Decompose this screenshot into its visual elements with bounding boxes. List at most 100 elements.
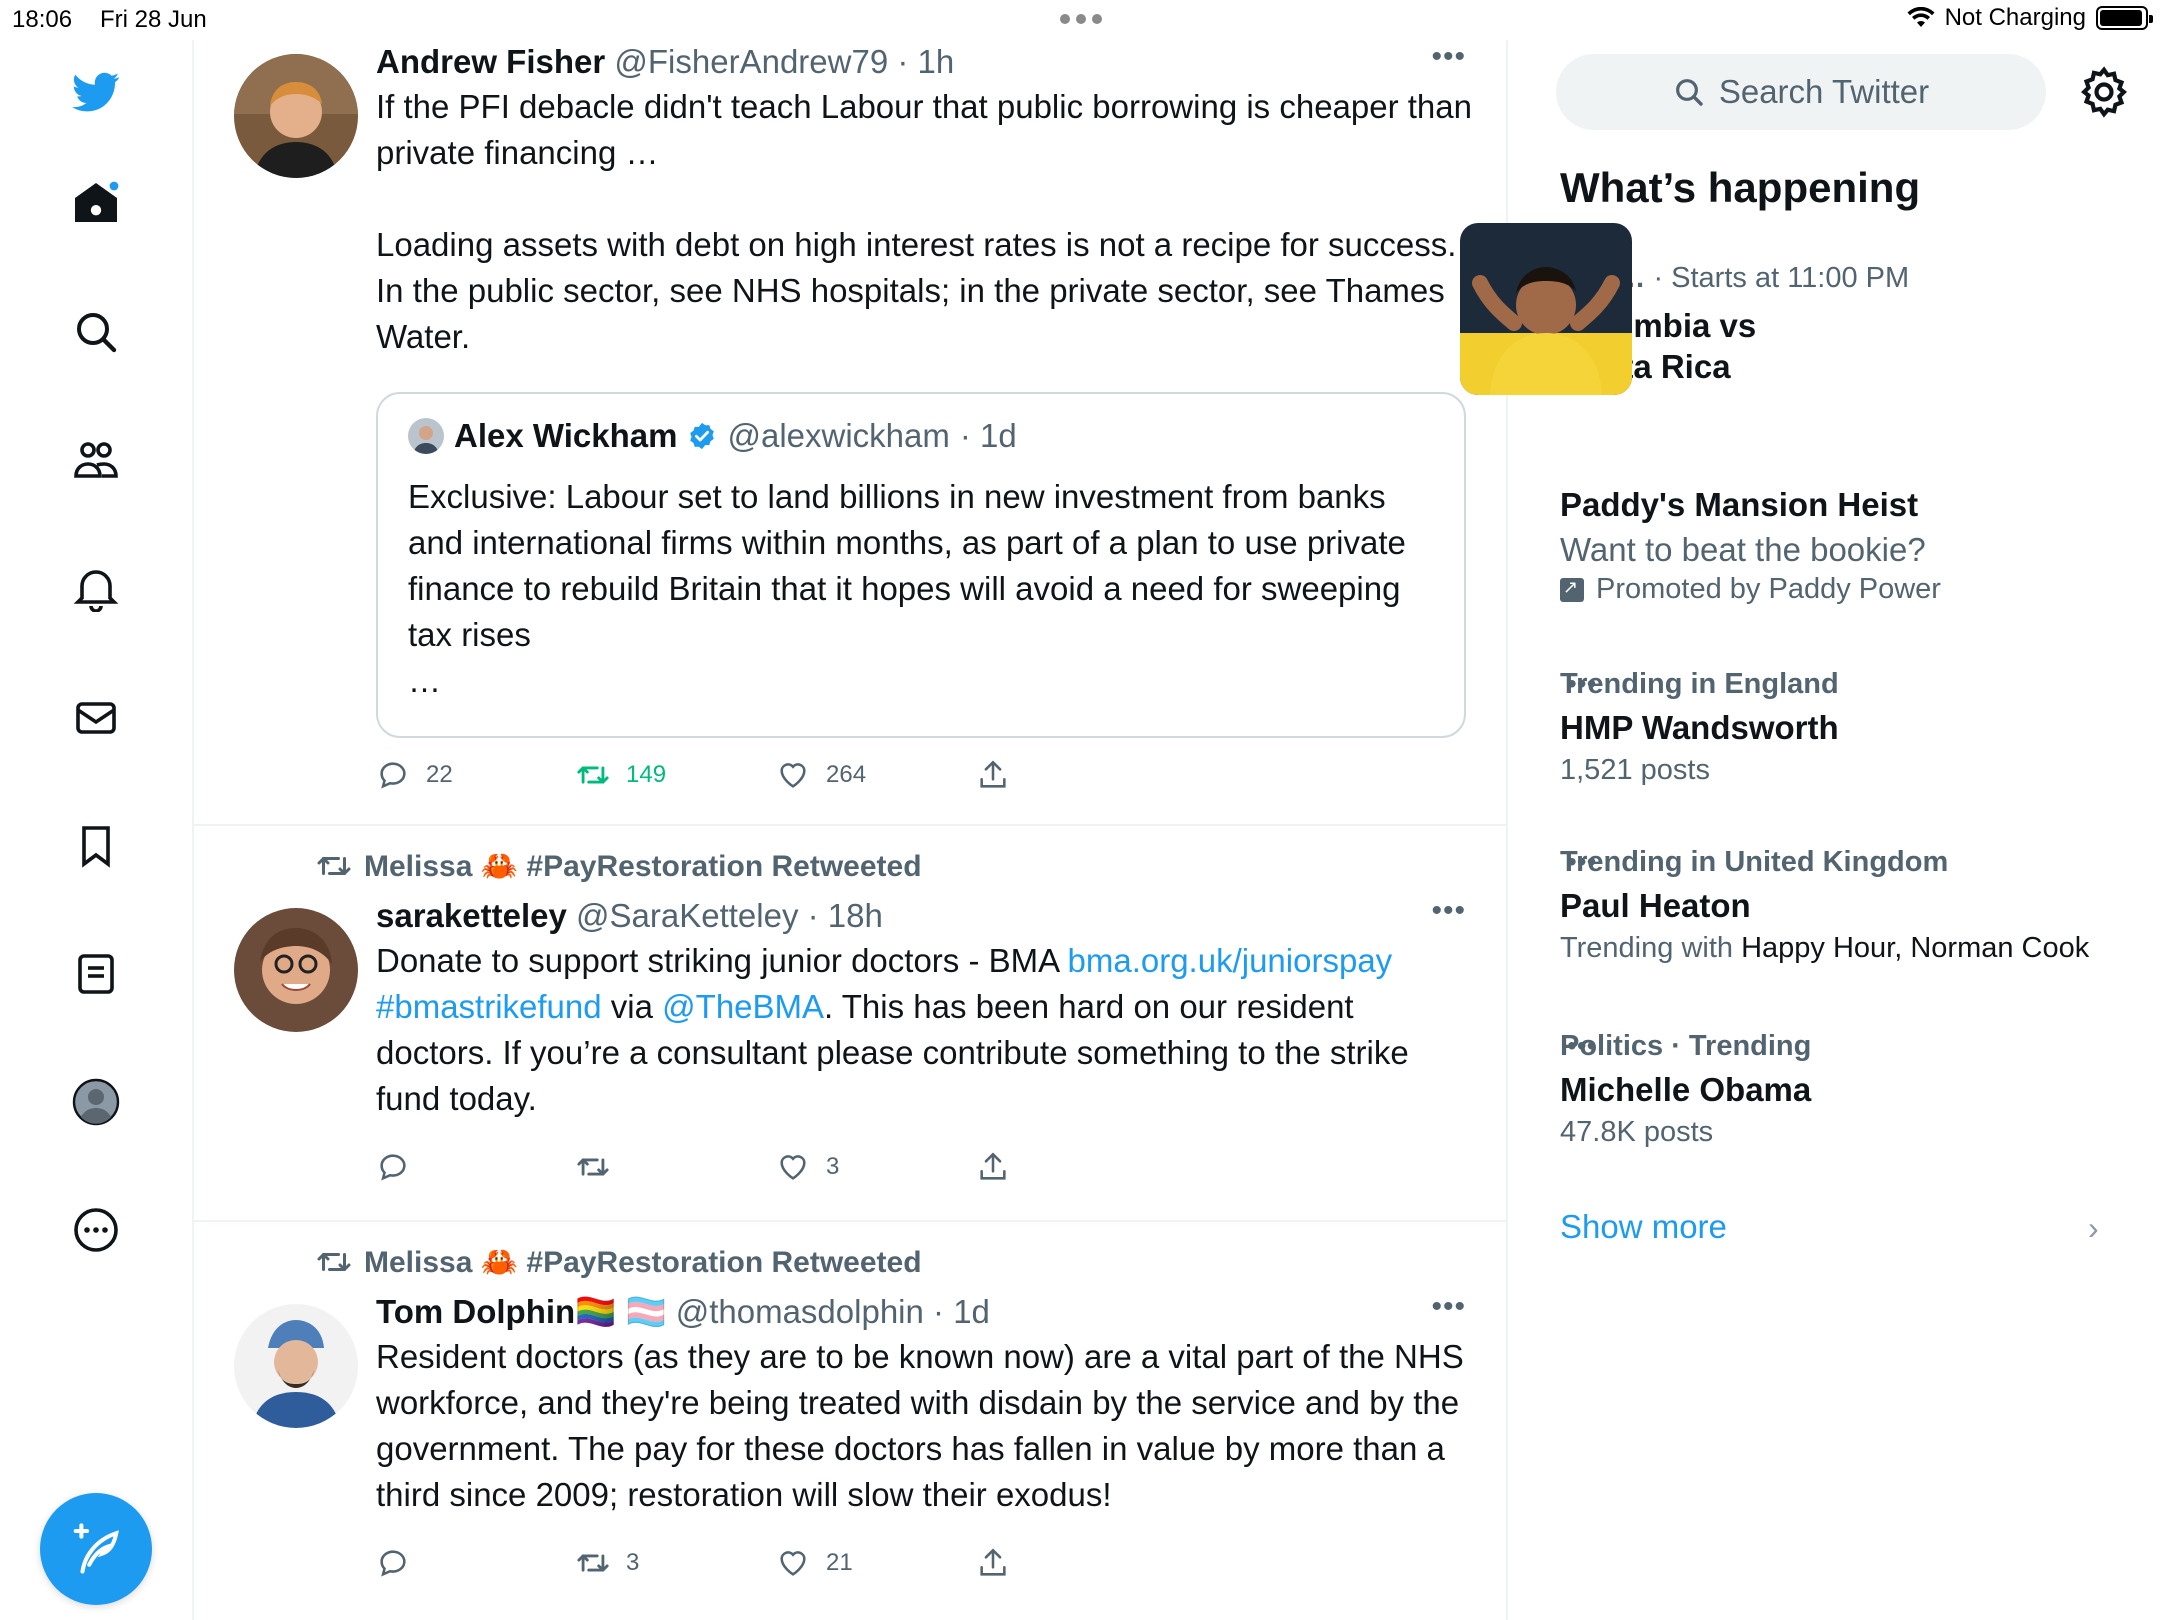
tweet[interactable]: Melissa 🦀 #PayRestoration Retweeted Tom … — [194, 1222, 1506, 1620]
share-button[interactable] — [976, 1546, 1010, 1580]
promoted-trend[interactable]: Paddy's Mansion Heist Want to beat the b… — [1560, 484, 2120, 606]
communities-icon[interactable] — [66, 430, 126, 490]
share-button[interactable] — [976, 758, 1010, 792]
tweet-text: If the PFI debacle didn't teach Labour t… — [376, 88, 1472, 355]
mention-link[interactable]: @TheBMA — [662, 988, 824, 1025]
bookmarks-icon[interactable] — [66, 816, 126, 876]
heart-icon — [780, 763, 806, 788]
chevron-right-icon[interactable]: › — [2088, 1210, 2099, 1247]
multitasking-dots-icon[interactable] — [1060, 6, 1102, 24]
like-button[interactable]: 21 — [776, 1546, 853, 1580]
reply-icon — [380, 762, 406, 789]
trend-item[interactable]: Trending in United Kingdom Paul Heaton T… — [1560, 846, 2120, 965]
author-name[interactable]: saraketteley — [376, 897, 567, 934]
notifications-icon[interactable] — [66, 558, 126, 618]
promo-subtitle: Want to beat the bookie? — [1560, 531, 1926, 568]
trend-item[interactable]: Politics · Trending Michelle Obama 47.8K… — [1560, 1030, 2120, 1149]
more-icon[interactable] — [66, 1200, 126, 1260]
like-button[interactable]: 3 — [776, 1150, 839, 1184]
retweet-icon — [577, 1554, 609, 1572]
trend-context: Cop… · Starts at 11:00 PM — [1560, 262, 2120, 295]
retweet-button[interactable]: 149 — [576, 758, 666, 792]
promoted-by: Promoted by Paddy Power — [1596, 573, 1941, 605]
more-options-icon[interactable]: ••• — [1431, 40, 1466, 74]
trend-item[interactable]: Trending in England HMP Wandsworth 1,521… — [1560, 668, 2120, 787]
quote-header: Alex Wickham @alexwickham · 1d — [408, 414, 1017, 458]
promoted-icon — [1560, 577, 1584, 602]
tweet-content: Tom Dolphin🏳️‍🌈 🏳️‍⚧️ @thomasdolphin · 1… — [376, 1290, 1476, 1518]
reply-count: 22 — [426, 761, 453, 788]
wifi-icon — [1907, 7, 1935, 27]
profile-icon[interactable] — [66, 1072, 126, 1132]
trend-name: Paul Heaton — [1560, 887, 1751, 924]
author-name[interactable]: Andrew Fisher — [376, 43, 605, 80]
share-icon — [980, 1548, 1006, 1576]
reply-button[interactable] — [376, 1546, 426, 1580]
author-handle[interactable]: @thomasdolphin — [676, 1293, 924, 1330]
retweeted-by[interactable]: Melissa 🦀 #PayRestoration Retweeted — [316, 848, 922, 884]
avatar[interactable] — [234, 54, 358, 178]
status-time: 18:06 — [12, 6, 73, 33]
tweet-time[interactable]: · 18h — [808, 897, 883, 934]
like-count: 21 — [826, 1549, 853, 1576]
trend-item[interactable]: Cop… · Starts at 11:00 PM Colombia vs Co… — [1560, 262, 2120, 387]
reply-icon — [380, 1550, 406, 1577]
trend-more-icon[interactable]: ••• — [1567, 668, 1627, 700]
trend-name: Paddy's Mansion Heist — [1560, 486, 1919, 523]
tweet-time[interactable]: · 1h — [897, 43, 954, 80]
quote-author-handle: @alexwickham — [727, 417, 950, 454]
retweet-icon — [577, 1158, 609, 1176]
trending-with-names: Happy Hour, Norman Cook — [1741, 932, 2090, 964]
show-more-link[interactable]: Show more — [1560, 1208, 1727, 1246]
retweeted-by[interactable]: Melissa 🦀 #PayRestoration Retweeted — [316, 1244, 922, 1280]
lists-icon[interactable] — [66, 944, 126, 1004]
tweet-content: saraketteley @SaraKetteley · 18h Donate … — [376, 894, 1476, 1122]
search-input[interactable]: Search Twitter — [1556, 54, 2046, 130]
reply-button[interactable] — [376, 1150, 426, 1184]
quoted-tweet[interactable]: Alex Wickham @alexwickham · 1d Exclusive… — [376, 392, 1466, 738]
name-flags: 🏳️‍🌈 🏳️‍⚧️ — [575, 1293, 667, 1330]
verified-badge-icon — [690, 422, 715, 450]
tweet-content: Andrew Fisher @FisherAndrew79 · 1h If th… — [376, 40, 1476, 360]
more-options-icon[interactable]: ••• — [1431, 1290, 1466, 1324]
timeline[interactable]: Andrew Fisher @FisherAndrew79 · 1h If th… — [194, 40, 1506, 1620]
heart-icon — [780, 1551, 806, 1576]
more-options-icon[interactable]: ••• — [1431, 894, 1466, 928]
link-bma-url[interactable]: bma.org.uk/juniorspay — [1068, 942, 1393, 979]
trend-more-icon[interactable]: ••• — [1567, 846, 1627, 878]
retweeted-by-label: Melissa 🦀 #PayRestoration Retweeted — [364, 849, 922, 883]
tweet-text-part: via — [601, 988, 663, 1025]
like-button[interactable]: 264 — [776, 758, 866, 792]
search-icon — [1675, 79, 1703, 106]
tweet-time[interactable]: · 1d — [933, 1293, 990, 1330]
reply-button[interactable]: 22 — [376, 758, 453, 792]
compose-tweet-button[interactable] — [40, 1493, 152, 1605]
quote-time: · 1d — [959, 417, 1017, 454]
retweet-count: 3 — [626, 1549, 640, 1576]
author-handle[interactable]: @SaraKetteley — [576, 897, 798, 934]
tweet[interactable]: Melissa 🦀 #PayRestoration Retweeted sara… — [194, 826, 1506, 1222]
share-button[interactable] — [976, 1150, 1010, 1184]
author-name[interactable]: Tom Dolphin — [376, 1293, 575, 1330]
charging-status: Not Charging — [1944, 4, 2086, 31]
tweet-header: Andrew Fisher @FisherAndrew79 · 1h — [376, 40, 1476, 84]
status-right: Not Charging — [1907, 4, 2153, 32]
trend-more-icon[interactable]: ••• — [1567, 1030, 1627, 1062]
retweet-button[interactable] — [576, 1150, 626, 1184]
twitter-logo-icon[interactable] — [66, 62, 126, 122]
quote-author-name: Alex Wickham — [454, 417, 678, 454]
author-handle[interactable]: @FisherAndrew79 — [614, 43, 888, 80]
whats-happening-title: What’s happening — [1560, 164, 1921, 211]
trend-related: Trending with Happy Hour, Norman Cook — [1560, 932, 2120, 965]
home-icon[interactable] — [66, 172, 126, 232]
explore-icon[interactable] — [66, 302, 126, 362]
avatar[interactable] — [234, 1304, 358, 1428]
messages-icon[interactable] — [66, 688, 126, 748]
tweet[interactable]: Andrew Fisher @FisherAndrew79 · 1h If th… — [194, 40, 1506, 826]
avatar[interactable] — [234, 908, 358, 1032]
retweet-button[interactable]: 3 — [576, 1546, 639, 1580]
gear-icon[interactable] — [2076, 64, 2132, 120]
hashtag-link[interactable]: #bmastrikefund — [376, 988, 602, 1025]
search-placeholder: Search Twitter — [1718, 73, 1930, 110]
trend-thumbnail[interactable] — [1460, 223, 1632, 395]
